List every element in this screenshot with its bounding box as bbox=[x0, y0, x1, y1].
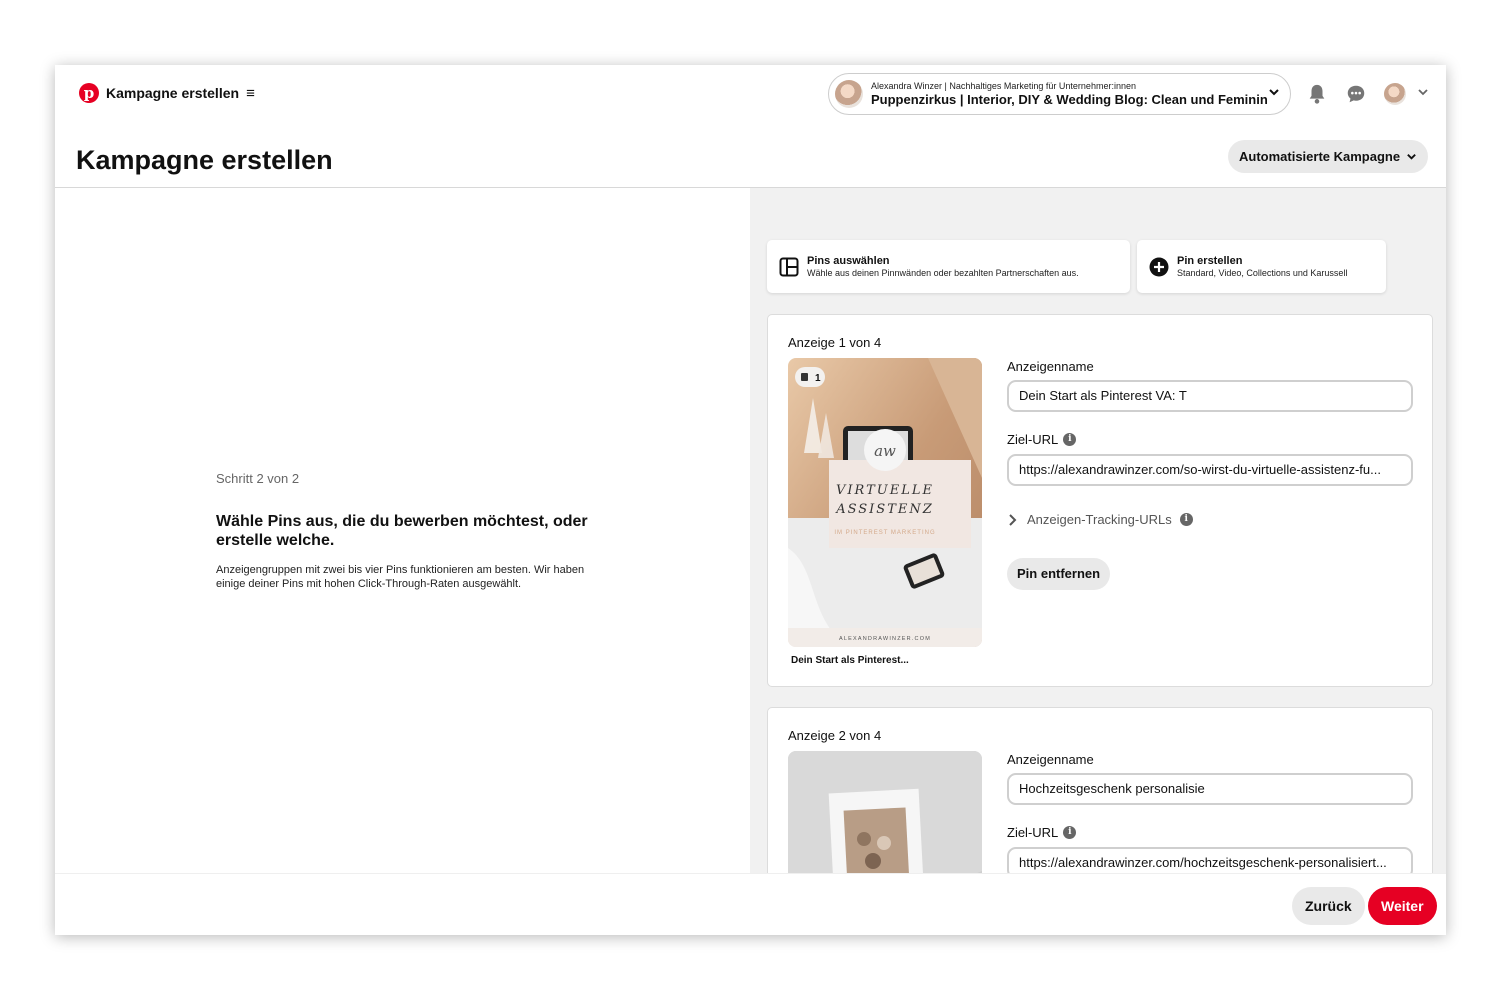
pin-title-line1: VIRTUELLE bbox=[836, 483, 934, 498]
pin-footer: ALEXANDRAWINZER.COM bbox=[839, 636, 931, 642]
account-text: Alexandra Winzer | Nachhaltiges Marketin… bbox=[871, 81, 1268, 107]
ad-label: Anzeige 2 von 4 bbox=[788, 728, 882, 743]
ad-name-label-text: Anzeigenname bbox=[1007, 359, 1094, 374]
next-button[interactable]: Weiter bbox=[1368, 887, 1437, 925]
tracking-urls-label: Anzeigen-Tracking-URLs bbox=[1027, 512, 1172, 527]
brand-label: Kampagne erstellen bbox=[106, 85, 240, 101]
create-pin-subtitle: Standard, Video, Collections und Karusse… bbox=[1177, 268, 1348, 278]
step-indicator: Schritt 2 von 2 bbox=[216, 471, 300, 486]
brand-menu[interactable]: p Kampagne erstellen ≡ bbox=[79, 83, 255, 103]
url-input[interactable]: https://alexandrawinzer.com/so-wirst-du-… bbox=[1007, 454, 1413, 486]
select-pins-subtitle: Wähle aus deinen Pinnwänden oder bezahlt… bbox=[807, 268, 1079, 278]
remove-pin-button[interactable]: Pin entfernen bbox=[1007, 558, 1111, 590]
ad-name-input[interactable]: Dein Start als Pinterest VA: T bbox=[1007, 380, 1413, 412]
back-button[interactable]: Zurück bbox=[1292, 887, 1365, 925]
footer-bar: Zurück Weiter bbox=[55, 873, 1446, 935]
chevron-down-icon bbox=[1269, 89, 1279, 96]
bell-icon[interactable] bbox=[1306, 83, 1328, 105]
pin-subtitle: IM PINTEREST MARKETING bbox=[834, 530, 935, 536]
info-icon[interactable]: i bbox=[1179, 513, 1193, 526]
url-label: Ziel-URL i bbox=[1007, 432, 1077, 447]
ad-card-2: Anzeige 2 von 4 Anzeigenname Hochzeitsge… bbox=[767, 707, 1433, 873]
account-name: Puppenzirkus | Interior, DIY & Wedding B… bbox=[871, 92, 1268, 107]
url-label-text: Ziel-URL bbox=[1007, 432, 1059, 447]
ad-name-label: Anzeigenname bbox=[1007, 359, 1094, 374]
account-avatar bbox=[835, 80, 863, 108]
campaign-type-dropdown[interactable]: Automatisierte Kampagne bbox=[1228, 140, 1429, 173]
ad-name-input[interactable]: Hochzeitsgeschenk personalisie bbox=[1007, 773, 1413, 805]
campaign-type-label: Automatisierte Kampagne bbox=[1239, 149, 1401, 164]
pin-count-badge: 1 bbox=[815, 373, 821, 384]
ad-label: Anzeige 1 von 4 bbox=[788, 335, 882, 350]
select-pins-title: Pins auswählen bbox=[807, 255, 890, 267]
create-pin-text: Pin erstellen Standard, Video, Collectio… bbox=[1177, 255, 1347, 278]
top-bar: p Kampagne erstellen ≡ Alexandra Winzer … bbox=[55, 65, 1446, 123]
ad-name-label-text: Anzeigenname bbox=[1007, 752, 1094, 767]
url-label-text: Ziel-URL bbox=[1007, 825, 1059, 840]
pin-caption: Dein Start als Pinterest... bbox=[791, 655, 909, 666]
chevron-right-icon bbox=[1009, 513, 1017, 526]
url-label: Ziel-URL i bbox=[1007, 825, 1077, 840]
chat-icon[interactable] bbox=[1345, 83, 1367, 105]
page-title: Kampagne erstellen bbox=[76, 145, 333, 175]
select-pins-text: Pins auswählen Wähle aus deinen Pinnwänd… bbox=[807, 255, 1079, 278]
select-pins-card[interactable]: Pins auswählen Wähle aus deinen Pinnwänd… bbox=[767, 240, 1130, 293]
tracking-urls-toggle[interactable]: Anzeigen-Tracking-URLs i bbox=[1007, 512, 1193, 527]
left-description: Anzeigengruppen mit zwei bis vier Pins f… bbox=[216, 564, 585, 590]
info-icon[interactable]: i bbox=[1063, 433, 1077, 446]
pinterest-logo-icon[interactable]: p bbox=[79, 83, 99, 103]
create-pin-title: Pin erstellen bbox=[1177, 255, 1243, 267]
board-grid-icon bbox=[779, 257, 799, 276]
plus-circle-icon bbox=[1149, 257, 1169, 276]
account-subtitle: Alexandra Winzer | Nachhaltiges Marketin… bbox=[871, 81, 1136, 91]
user-avatar[interactable] bbox=[1384, 83, 1406, 105]
hamburger-icon[interactable]: ≡ bbox=[246, 85, 255, 102]
chevron-down-icon bbox=[1407, 154, 1416, 160]
create-pin-card[interactable]: Pin erstellen Standard, Video, Collectio… bbox=[1137, 240, 1386, 293]
pin-monogram: aw bbox=[874, 442, 896, 460]
pin-image[interactable]: aw VIRTUELLE ASSISTENZ IM PINTEREST MARK… bbox=[788, 358, 982, 647]
app-window: p Kampagne erstellen ≡ Alexandra Winzer … bbox=[55, 65, 1446, 935]
account-switcher[interactable]: Alexandra Winzer | Nachhaltiges Marketin… bbox=[828, 73, 1291, 115]
ads-pane[interactable]: Pins auswählen Wähle aus deinen Pinnwänd… bbox=[750, 188, 1446, 873]
url-input[interactable]: https://alexandrawinzer.com/hochzeitsges… bbox=[1007, 847, 1413, 873]
pin-graphic: aw VIRTUELLE ASSISTENZ IM PINTEREST MARK… bbox=[788, 358, 982, 647]
user-menu-chevron-icon[interactable] bbox=[1417, 86, 1429, 98]
pin-title-line2: ASSISTENZ bbox=[835, 502, 934, 517]
info-icon[interactable]: i bbox=[1063, 826, 1077, 839]
ad-name-label: Anzeigenname bbox=[1007, 752, 1094, 767]
pin-image[interactable] bbox=[788, 751, 982, 873]
pin-graphic bbox=[788, 751, 982, 873]
ad-card-1: Anzeige 1 von 4 aw VIRTUELLE ASSISTENZ I… bbox=[767, 314, 1433, 687]
left-heading: Wähle Pins aus, die du bewerben möchtest… bbox=[216, 513, 588, 549]
